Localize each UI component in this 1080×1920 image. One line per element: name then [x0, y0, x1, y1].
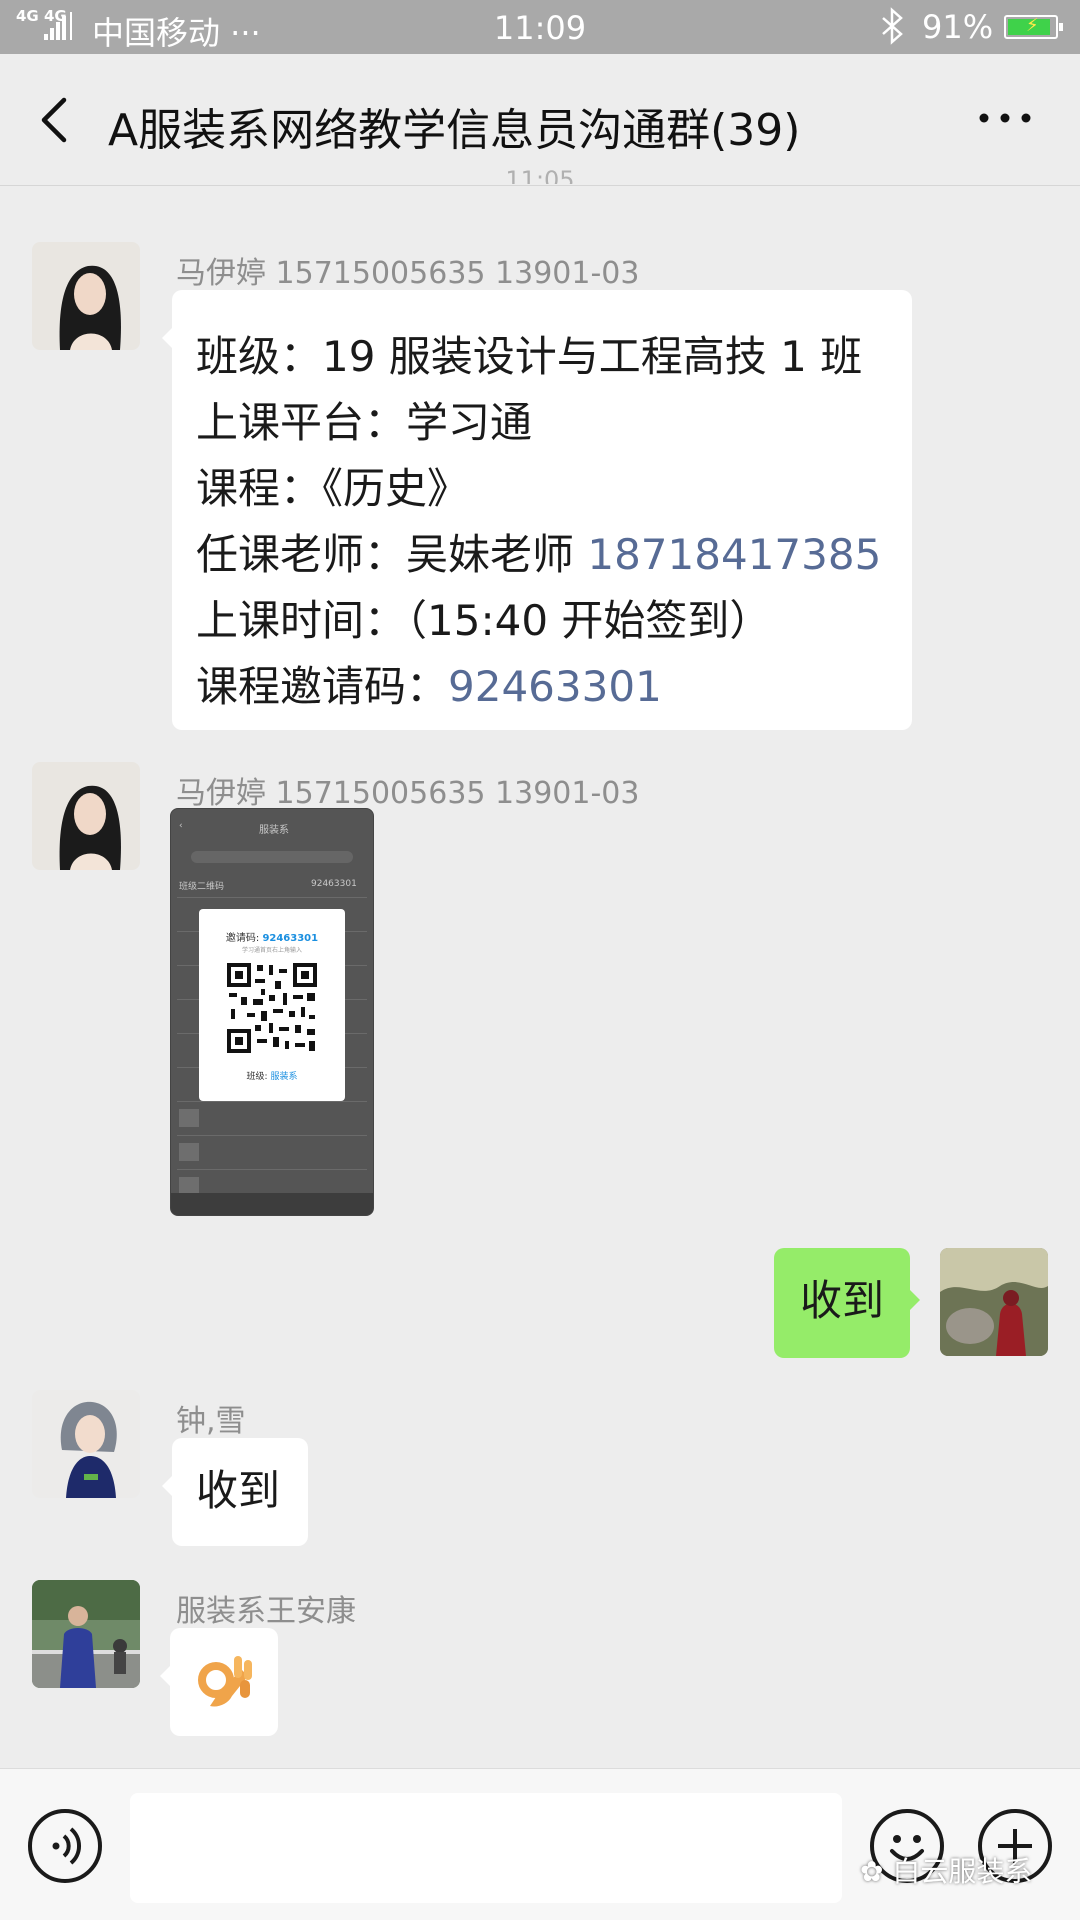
- ok-hand-icon: [198, 1656, 252, 1707]
- message-bubble[interactable]: 收到: [162, 1438, 308, 1546]
- sender-name: 马伊婷 15715005635 13901-03: [176, 256, 640, 291]
- message-input[interactable]: [130, 1793, 842, 1903]
- self-message-bubble[interactable]: 收到: [774, 1248, 920, 1358]
- thumb-row-value: 92463301: [311, 879, 357, 889]
- battery-percent: 91%: [922, 8, 994, 46]
- thumb-invite-modal: 邀请码: 92463301 学习通首页右上角输入 班级: 服装系: [199, 909, 345, 1101]
- avatar[interactable]: [32, 762, 140, 870]
- thumb-row-label: 班级二维码: [179, 882, 225, 892]
- thumb-member-avatar: [179, 1143, 199, 1161]
- sender-name: 马伊婷 15715005635 13901-03: [176, 776, 640, 811]
- battery-icon: ⚡: [1004, 15, 1063, 39]
- bluetooth-icon: [882, 7, 903, 45]
- watermark: ✿ 白云服装系: [860, 1855, 1033, 1888]
- avatar[interactable]: [32, 1390, 140, 1498]
- thumb-divider: [177, 1101, 367, 1102]
- message-text: 收到: [196, 1466, 281, 1515]
- image-message[interactable]: ‹ 服装系 班级二维码 92463301 邀请码: 92463301 学习通首页…: [170, 808, 374, 1216]
- thumb-nav-bar: [171, 1193, 373, 1215]
- avatar[interactable]: [32, 1580, 140, 1688]
- status-bar: 4G 4G 中国移动 ··· 11:09 91% ⚡: [0, 0, 1080, 54]
- chat-input-bar: [0, 1768, 1080, 1920]
- emoji-message[interactable]: [160, 1628, 278, 1736]
- more-options-icon[interactable]: [970, 98, 1040, 138]
- message-line: 课程邀请码：92463301: [196, 654, 888, 720]
- message-bubble[interactable]: 班级：19 服装设计与工程高技 1 班 上课平台：学习通 课程：《历史》 任课老…: [162, 290, 912, 730]
- chat-title: A服装系网络教学信息员沟通群(39): [108, 105, 801, 156]
- teacher-label: 任课老师：吴妹老师: [196, 530, 588, 579]
- message-line: 任课老师：吴妹老师 18718417385: [196, 522, 888, 588]
- thumb-divider: [177, 1169, 367, 1170]
- message-line: 上课平台：学习通: [196, 398, 533, 447]
- message-text: 收到: [800, 1276, 885, 1325]
- self-avatar[interactable]: [940, 1248, 1048, 1356]
- thumb-divider: [177, 1135, 367, 1136]
- back-arrow-icon[interactable]: [30, 90, 80, 150]
- phone-link[interactable]: 18718417385: [587, 530, 881, 579]
- qr-code-icon: [225, 961, 319, 1055]
- clock: 11:09: [493, 9, 587, 47]
- wechat-logo-icon: ✿: [860, 1855, 893, 1888]
- message-line: 上课时间：（15:40 开始签到）: [196, 596, 772, 645]
- voice-icon: [52, 1827, 82, 1865]
- thumb-code: 邀请码: 92463301: [225, 933, 319, 944]
- sender-name: 服装系王安康: [176, 1594, 356, 1629]
- thumb-search-bar: [191, 851, 353, 863]
- message-line: 班级：19 服装设计与工程高技 1 班: [196, 332, 863, 381]
- voice-input-button[interactable]: [28, 1809, 102, 1883]
- thumb-member-avatar: [179, 1109, 199, 1127]
- message-line: 课程：《历史》: [196, 464, 470, 513]
- thumb-class: 班级: 服装系: [246, 1072, 298, 1082]
- invite-code-label: 课程邀请码：: [196, 662, 449, 711]
- thumb-hint: 学习通首页右上角输入: [241, 947, 302, 954]
- sender-name: 钟,雪: [176, 1404, 246, 1439]
- thumb-back-icon: ‹: [179, 821, 183, 831]
- invite-code-link[interactable]: 92463301: [448, 662, 662, 711]
- timestamp-partial: 11:05: [505, 166, 575, 184]
- thumb-divider: [177, 897, 367, 898]
- avatar[interactable]: [32, 242, 140, 350]
- thumb-nav-title: 服装系: [259, 825, 289, 836]
